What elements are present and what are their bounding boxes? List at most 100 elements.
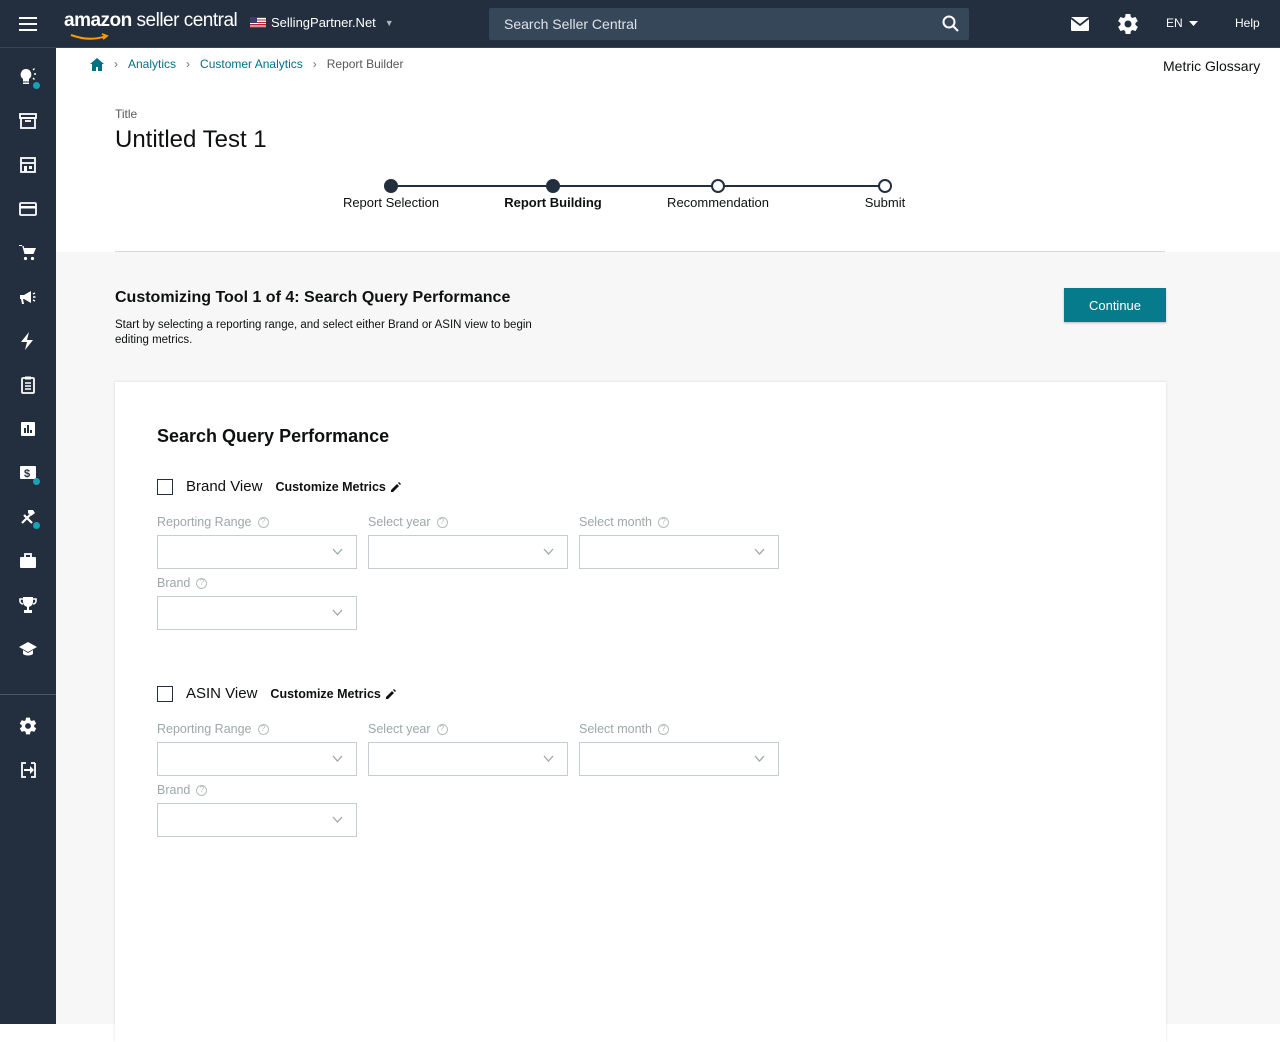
nav-sign-in[interactable] xyxy=(0,748,56,792)
help-icon[interactable]: ? xyxy=(257,723,269,735)
continue-button[interactable]: Continue xyxy=(1064,288,1166,322)
language-selector[interactable]: EN xyxy=(1166,16,1198,30)
asin-select-year-dropdown[interactable] xyxy=(368,742,568,776)
menu-icon[interactable] xyxy=(0,0,56,48)
field-label-text: Select year xyxy=(368,515,431,529)
field-label-text: Brand xyxy=(157,783,191,797)
nav-learn[interactable] xyxy=(0,627,56,671)
nav-stores[interactable] xyxy=(0,143,56,187)
nav-settings[interactable] xyxy=(0,704,56,748)
brand-brand-select[interactable] xyxy=(157,596,357,630)
step-label-submit: Submit xyxy=(864,195,906,210)
brand-reporting-range-select[interactable] xyxy=(157,535,357,569)
asin-reporting-range-select[interactable] xyxy=(157,742,357,776)
cart-icon xyxy=(19,245,36,261)
settings-icon[interactable] xyxy=(1116,12,1140,36)
brand-view-checkbox[interactable] xyxy=(157,478,173,495)
brand-select-month-dropdown[interactable] xyxy=(579,535,779,569)
section-description: Start by selecting a reporting range, an… xyxy=(115,319,532,346)
mail-icon[interactable] xyxy=(1068,12,1092,36)
bar-chart-icon xyxy=(21,422,35,436)
nav-recommendations[interactable] xyxy=(0,55,56,99)
smile-arrow-icon xyxy=(70,33,109,40)
customize-metrics-label: Customize Metrics xyxy=(275,479,386,494)
asin-view-checkbox[interactable] xyxy=(157,685,173,702)
chevron-down-icon xyxy=(332,816,343,823)
help-icon[interactable]: ? xyxy=(196,784,208,796)
breadcrumb-customer-analytics[interactable]: Customer Analytics xyxy=(200,57,303,71)
marketplace-selector[interactable]: SellingPartner.Net ▼ xyxy=(250,15,394,30)
search-icon[interactable] xyxy=(941,14,961,34)
notification-dot xyxy=(33,82,40,89)
help-icon[interactable]: ? xyxy=(196,577,208,589)
logo-bold-text: amazon xyxy=(64,10,132,31)
clipboard-icon xyxy=(21,376,35,394)
asin-view-label: ASIN View xyxy=(186,685,258,702)
side-navigation: $ xyxy=(0,48,56,1024)
asin-select-month-label: Select month? xyxy=(579,722,669,736)
nav-payments[interactable] xyxy=(0,187,56,231)
help-icon[interactable]: ? xyxy=(657,516,669,528)
search-input[interactable] xyxy=(489,8,929,40)
chevron-down-icon xyxy=(332,755,343,762)
nav-orders[interactable] xyxy=(0,231,56,275)
breadcrumb-analytics[interactable]: Analytics xyxy=(128,57,176,71)
asin-brand-select[interactable] xyxy=(157,803,357,837)
step-label-report-building: Report Building xyxy=(504,195,602,210)
chevron-right-icon: › xyxy=(312,57,317,71)
pencil-icon xyxy=(390,481,401,492)
settings-icon xyxy=(19,717,37,735)
nav-growth[interactable] xyxy=(0,319,56,363)
progress-stepper: Report Selection Report Building Recomme… xyxy=(320,178,940,218)
home-icon[interactable] xyxy=(90,57,104,71)
brand-select-year-label: Select year? xyxy=(368,515,448,529)
breadcrumb-current: Report Builder xyxy=(326,57,404,71)
stepper-line xyxy=(718,185,885,187)
help-link[interactable]: Help xyxy=(1235,16,1260,30)
asin-brand-label: Brand? xyxy=(157,783,208,797)
header-divider xyxy=(115,251,1165,252)
caret-down-icon xyxy=(1188,20,1198,26)
field-label-text: Select month xyxy=(579,515,652,529)
brand-reporting-range-label: Reporting Range? xyxy=(157,515,269,529)
card-title: Search Query Performance xyxy=(157,426,390,446)
brand-view-label: Brand View xyxy=(186,478,263,495)
brand-select-year-dropdown[interactable] xyxy=(368,535,568,569)
nav-pricing[interactable]: $ xyxy=(0,451,56,495)
brand-customize-metrics-link[interactable]: Customize Metrics xyxy=(275,479,401,494)
us-flag-icon xyxy=(250,17,266,28)
nav-brands[interactable] xyxy=(0,583,56,627)
help-icon[interactable]: ? xyxy=(257,516,269,528)
report-title[interactable]: Untitled Test 1 xyxy=(115,126,267,154)
nav-analytics[interactable] xyxy=(0,407,56,451)
asin-select-year-label: Select year? xyxy=(368,722,448,736)
step-node-submit xyxy=(878,179,892,193)
help-icon[interactable]: ? xyxy=(436,723,448,735)
nav-advertising[interactable] xyxy=(0,275,56,319)
amazon-seller-central-logo[interactable]: amazon seller central xyxy=(64,10,238,40)
asin-view-row: ASIN View Customize Metrics xyxy=(157,685,396,702)
nav-reports-clipboard[interactable] xyxy=(0,363,56,407)
asin-select-month-dropdown[interactable] xyxy=(579,742,779,776)
nav-b2b[interactable] xyxy=(0,539,56,583)
notification-dot xyxy=(33,522,40,529)
step-label-recommendation: Recommendation xyxy=(667,195,769,210)
help-icon[interactable]: ? xyxy=(436,516,448,528)
pencil-icon xyxy=(385,688,396,699)
notification-dot xyxy=(33,478,40,485)
metric-glossary-link[interactable]: Metric Glossary xyxy=(1163,58,1260,74)
step-node-recommendation xyxy=(711,179,725,193)
chevron-right-icon: › xyxy=(186,57,191,71)
help-icon[interactable]: ? xyxy=(657,723,669,735)
sign-in-icon xyxy=(21,762,36,778)
search-bar xyxy=(489,8,969,40)
field-label-text: Select year xyxy=(368,722,431,736)
nav-apps-tools[interactable] xyxy=(0,495,56,539)
logo-light-text: seller central xyxy=(131,10,238,31)
svg-text:$: $ xyxy=(24,468,30,480)
asin-customize-metrics-link[interactable]: Customize Metrics xyxy=(270,687,396,701)
section-title: Customizing Tool 1 of 4: Search Query Pe… xyxy=(115,289,511,306)
stepper-line xyxy=(391,185,553,187)
language-label: EN xyxy=(1166,16,1183,30)
nav-catalog[interactable] xyxy=(0,99,56,143)
